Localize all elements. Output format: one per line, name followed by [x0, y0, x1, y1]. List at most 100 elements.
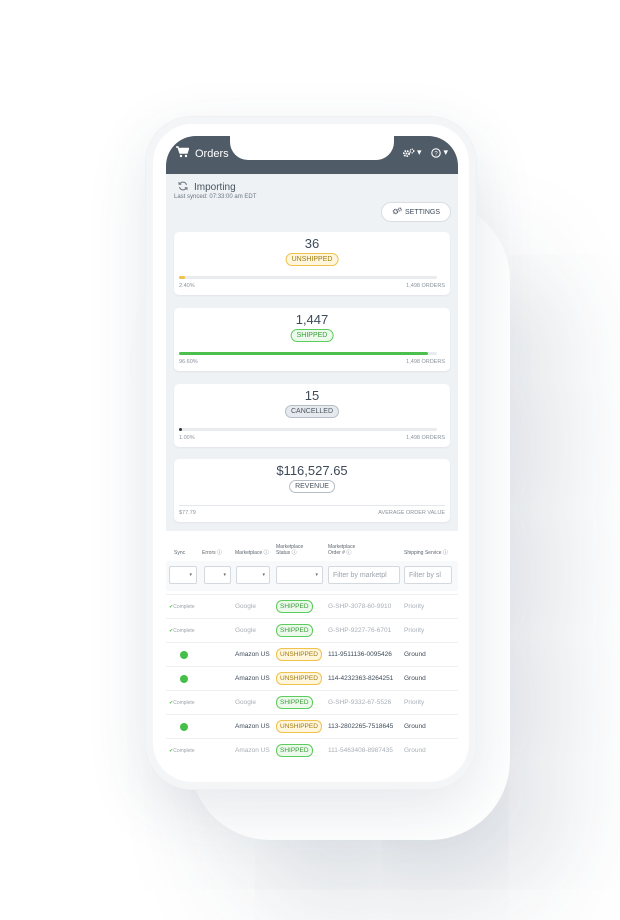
- settings-button[interactable]: SETTINGS: [381, 202, 451, 222]
- status-badge: UNSHIPPED: [276, 720, 322, 733]
- shipped-progress: [179, 352, 437, 355]
- col-shipping-service[interactable]: Shipping Service ⓘ: [404, 550, 448, 556]
- cancelled-badge: CANCELLED: [284, 405, 340, 418]
- chevron-down-icon: ▾: [315, 572, 318, 578]
- table-row[interactable]: Amazon US UNSHIPPED 114-4232363-8264251 Gro…: [166, 666, 458, 690]
- cancelled-total: 1,498 ORDERS: [406, 435, 445, 441]
- top-bar: Orders ▾ ? ▾: [166, 136, 458, 174]
- shipping-service-cell: Ground: [404, 675, 426, 682]
- shipping-service-cell: Priority: [404, 699, 425, 706]
- info-icon: ⓘ: [291, 550, 297, 556]
- cancelled-percent: 1.00%: [179, 435, 195, 441]
- unshipped-card[interactable]: 36 UNSHIPPED 2.40% 1,498 ORDERS: [174, 232, 450, 295]
- average-order-label: AVERAGE ORDER VALUE: [378, 510, 445, 516]
- chevron-down-icon: ▾: [443, 147, 448, 157]
- filter-row: ▾ ▾ ▾ ▾ Filter by marketpl Filter by sl: [166, 561, 458, 591]
- shipped-percent: 96.60%: [179, 359, 198, 365]
- table-header: Sync Errors ⓘ Marketplace ⓘ Marketplace …: [166, 536, 458, 556]
- order-number-cell[interactable]: 111-9511136-0095426: [328, 651, 392, 658]
- table-row[interactable]: Amazon US UNSHIPPED 113-2802265-7518645 Gro…: [166, 714, 458, 738]
- importing-label: Importing: [194, 182, 236, 193]
- shipping-service-cell: Ground: [404, 747, 426, 754]
- col-sync[interactable]: Sync: [174, 550, 185, 556]
- errors-filter[interactable]: ▾: [204, 566, 231, 584]
- order-number-cell[interactable]: 114-4232363-8264251: [328, 675, 393, 682]
- col-marketplace[interactable]: Marketplace ⓘ: [235, 550, 269, 556]
- help-icon: ?: [431, 147, 442, 158]
- col-errors[interactable]: Errors ⓘ: [202, 550, 222, 556]
- shipping-service-cell: Priority: [404, 603, 425, 610]
- shipping-service-cell: Ground: [404, 651, 426, 658]
- table-row[interactable]: Amazon US UNSHIPPED 111-9511136-0095426 Gro…: [166, 642, 458, 666]
- status-badge: UNSHIPPED: [276, 672, 322, 685]
- table-row[interactable]: ✔Complete Google SHIPPED G-SHP-9227-76-6701…: [166, 618, 458, 642]
- shipping-filter[interactable]: Filter by sl: [404, 566, 452, 584]
- chevron-down-icon: ▾: [223, 572, 226, 578]
- phone-screen: Orders ▾ ? ▾ Importing Last synced: 07:3…: [166, 136, 458, 772]
- shipping-service-cell: Priority: [404, 627, 425, 634]
- unshipped-progress: [179, 276, 437, 279]
- unshipped-badge: UNSHIPPED: [285, 253, 339, 266]
- sync-filter[interactable]: ▾: [169, 566, 197, 584]
- cart-icon: [176, 146, 190, 161]
- sync-status: ✔Complete: [169, 748, 195, 754]
- shipping-service-cell: Ground: [404, 723, 426, 730]
- order-number-cell[interactable]: G-SHP-3078-60-9910: [328, 603, 391, 610]
- unshipped-percent: 2.40%: [179, 283, 195, 289]
- sync-status-dot: [180, 675, 188, 683]
- revenue-badge: REVENUE: [289, 480, 335, 493]
- status-filter[interactable]: ▾: [276, 566, 323, 584]
- marketplace-cell: Amazon US: [235, 723, 270, 730]
- marketplace-cell: Google: [235, 603, 256, 610]
- page-title: Orders: [195, 147, 229, 160]
- sync-status-dot: [180, 651, 188, 659]
- orders-nav[interactable]: Orders: [176, 146, 229, 161]
- order-number-cell[interactable]: 111-5463408-8987435: [328, 747, 393, 754]
- sync-status: ✔Complete: [169, 700, 195, 706]
- sync-status-dot: [180, 723, 188, 731]
- cancelled-progress: [179, 428, 437, 431]
- settings-menu[interactable]: ▾: [402, 147, 422, 158]
- cancelled-progress-fill: [179, 428, 182, 431]
- refresh-icon: [178, 181, 188, 194]
- order-number-cell[interactable]: G-SHP-9332-67-5526: [328, 699, 391, 706]
- info-icon: ⓘ: [442, 550, 448, 556]
- table-row[interactable]: ✔Complete Google SHIPPED G-SHP-3078-60-9910…: [166, 594, 458, 618]
- gears-icon: [402, 148, 415, 158]
- phone-notch: [230, 136, 394, 160]
- order-number-cell[interactable]: 113-2802265-7518645: [328, 723, 393, 730]
- shipped-card[interactable]: 1,447 SHIPPED 96.60% 1,498 ORDERS: [174, 308, 450, 371]
- unshipped-progress-fill: [179, 276, 186, 279]
- col-marketplace-status[interactable]: Marketplace Status ⓘ: [276, 544, 316, 556]
- marketplace-order-filter[interactable]: Filter by marketpl: [328, 566, 400, 584]
- shipped-progress-fill: [179, 352, 429, 355]
- shipped-badge: SHIPPED: [290, 329, 334, 342]
- cancelled-card[interactable]: 15 CANCELLED 1.00% 1,498 ORDERS: [174, 384, 450, 447]
- status-badge: SHIPPED: [276, 744, 313, 757]
- marketplace-cell: Google: [235, 699, 256, 706]
- table-row[interactable]: ✔Complete Google SHIPPED G-SHP-9332-67-5526…: [166, 690, 458, 714]
- marketplace-cell: Google: [235, 627, 256, 634]
- chevron-down-icon: ▾: [262, 572, 265, 578]
- order-number-cell[interactable]: G-SHP-9227-76-6701: [328, 627, 391, 634]
- col-marketplace-order[interactable]: Marketplace Order # ⓘ: [328, 544, 368, 556]
- chevron-down-icon: ▾: [416, 147, 422, 157]
- settings-button-label: SETTINGS: [404, 208, 440, 216]
- gears-icon: [392, 207, 402, 217]
- marketplace-cell: Amazon US: [235, 747, 270, 754]
- info-icon: ⓘ: [217, 550, 223, 556]
- sync-status: ✔Complete: [169, 604, 195, 610]
- help-menu[interactable]: ? ▾: [431, 147, 448, 158]
- info-icon: ⓘ: [263, 550, 269, 556]
- sync-status: ✔Complete: [169, 628, 195, 634]
- revenue-card[interactable]: $116,527.65 REVENUE $77.79 AVERAGE ORDER…: [174, 459, 450, 522]
- shipped-count: 1,447: [295, 312, 329, 327]
- import-status: Importing: [178, 181, 236, 194]
- cancelled-count: 15: [304, 388, 320, 403]
- info-icon: ⓘ: [346, 550, 352, 556]
- table-row[interactable]: ✔Complete Amazon US SHIPPED 111-5463408-898…: [166, 738, 458, 762]
- marketplace-filter[interactable]: ▾: [236, 566, 270, 584]
- shipped-total: 1,498 ORDERS: [406, 359, 445, 365]
- status-badge: UNSHIPPED: [276, 648, 322, 661]
- marketplace-cell: Amazon US: [235, 651, 270, 658]
